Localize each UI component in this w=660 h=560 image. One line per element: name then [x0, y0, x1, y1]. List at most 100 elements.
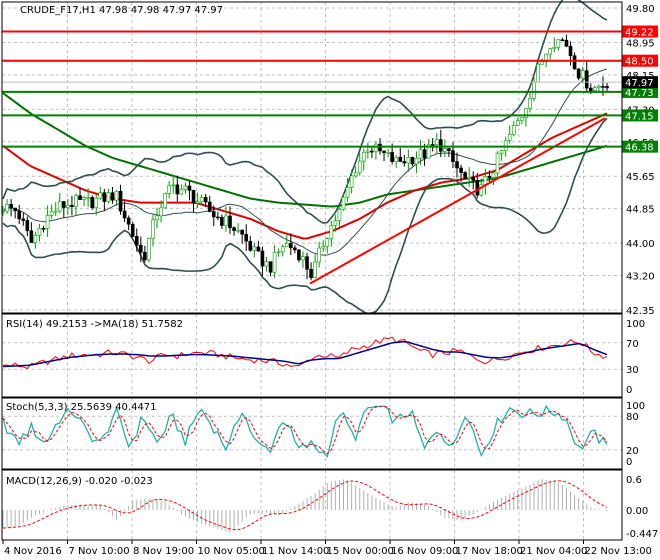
candle-body — [605, 86, 609, 89]
price-tick-label: 45.65 — [626, 172, 655, 183]
level-label: 49.22 — [625, 28, 654, 39]
candle-body — [134, 236, 139, 246]
candle-body — [580, 70, 585, 79]
x-tick-label: 10 Nov 05:00 — [198, 546, 265, 557]
candle-body — [41, 227, 46, 230]
stoch-tick-label: 0 — [626, 457, 632, 468]
candle-body — [414, 157, 419, 165]
candle-body — [276, 251, 281, 254]
level-label: 48.50 — [625, 57, 654, 68]
candle-body — [353, 172, 358, 177]
x-tick-label: 4 Nov 2016 — [4, 546, 62, 557]
candle-body — [556, 39, 561, 48]
candle-body — [147, 238, 151, 261]
candle-body — [313, 261, 317, 278]
candle-body — [374, 143, 378, 152]
candle-body — [163, 193, 167, 209]
candle-body — [398, 156, 403, 162]
candle-body — [507, 134, 512, 141]
x-tick-label: 16 Nov 09:00 — [391, 546, 458, 557]
candle-body — [280, 246, 285, 253]
candle-body — [357, 160, 362, 174]
candle-body — [309, 268, 313, 278]
candle-body — [451, 150, 455, 162]
candle-body — [29, 230, 34, 243]
candle-body — [248, 240, 253, 251]
candle-body — [187, 185, 192, 191]
symbol-info: CRUDE_F17,H1 47.98 47.98 47.97 47.97 — [20, 5, 223, 16]
candle-body — [62, 201, 66, 208]
rsi-title: RSI(14) 49.2153 ->MA(18) 51.7582 — [6, 319, 183, 330]
level-label: 47.15 — [625, 111, 654, 122]
candle-body — [203, 197, 208, 203]
candle-body — [220, 216, 224, 226]
candle-body — [74, 195, 78, 207]
candle-body — [167, 185, 172, 194]
candle-body — [159, 207, 163, 217]
candle-body — [106, 192, 111, 202]
candle-body — [438, 139, 443, 152]
candle-body — [45, 215, 50, 229]
x-tick-label: 15 Nov 00:00 — [327, 546, 394, 557]
candle-body — [70, 204, 74, 207]
price-tick-label: 44.85 — [626, 205, 655, 216]
candle-body — [528, 97, 532, 109]
candle-body — [244, 233, 249, 242]
candle-body — [126, 217, 131, 225]
trading-chart[interactable]: 4 Nov 2016 7 Nov 10:00 8 Nov 19:00 10 Nov 0… — [0, 0, 660, 560]
candle-body — [139, 244, 143, 253]
candle-body — [191, 190, 196, 204]
candle-body — [155, 215, 159, 221]
candle-body — [593, 87, 597, 91]
candle-body — [317, 247, 321, 263]
price-tick-label: 49.80 — [626, 4, 655, 15]
candle-body — [37, 227, 42, 236]
stoch-tick-label: 100 — [626, 401, 645, 412]
rsi-tick-label: 30 — [626, 365, 639, 376]
candle-body — [284, 243, 289, 247]
candle-body — [568, 45, 573, 57]
candle-body — [207, 201, 212, 212]
candle-body — [90, 197, 94, 208]
candle-body — [9, 204, 13, 209]
candle-body — [601, 86, 605, 88]
stoch-tick-label: 80 — [626, 412, 639, 423]
candle-body — [491, 172, 496, 178]
price-tick-label: 44.00 — [626, 239, 655, 250]
candle-body — [57, 201, 62, 212]
candle-body — [118, 190, 123, 212]
candle-body — [21, 218, 26, 221]
candle-body — [520, 117, 524, 121]
candle-body — [143, 251, 147, 261]
candle-body — [175, 184, 180, 195]
stoch-tick-label: 20 — [626, 446, 639, 457]
candle-body — [321, 246, 326, 249]
candle-body — [78, 195, 82, 200]
candle-body — [228, 215, 232, 229]
level-label: 46.38 — [625, 143, 654, 154]
candle-body — [447, 148, 451, 151]
candle-body — [532, 82, 536, 99]
candle-body — [548, 48, 553, 55]
candle-body — [272, 252, 277, 273]
rsi-tick-label: 0 — [626, 385, 632, 396]
candle-body — [224, 215, 228, 226]
candle-body — [467, 176, 471, 179]
candle-body — [289, 243, 293, 249]
candle-body — [483, 176, 488, 185]
candle-body — [329, 225, 334, 240]
candle-body — [495, 152, 500, 174]
candle-body — [576, 68, 581, 79]
candle-body — [536, 63, 540, 83]
candle-body — [516, 120, 520, 126]
candle-body — [110, 192, 115, 201]
candle-body — [341, 196, 346, 210]
candle-body — [475, 179, 480, 196]
candle-body — [236, 229, 240, 232]
candle-body — [560, 39, 565, 42]
candle-body — [82, 197, 86, 200]
candle-body — [305, 256, 309, 270]
candle-body — [443, 148, 447, 152]
candle-body — [540, 61, 544, 65]
x-tick-label: 7 Nov 10:00 — [69, 546, 130, 557]
